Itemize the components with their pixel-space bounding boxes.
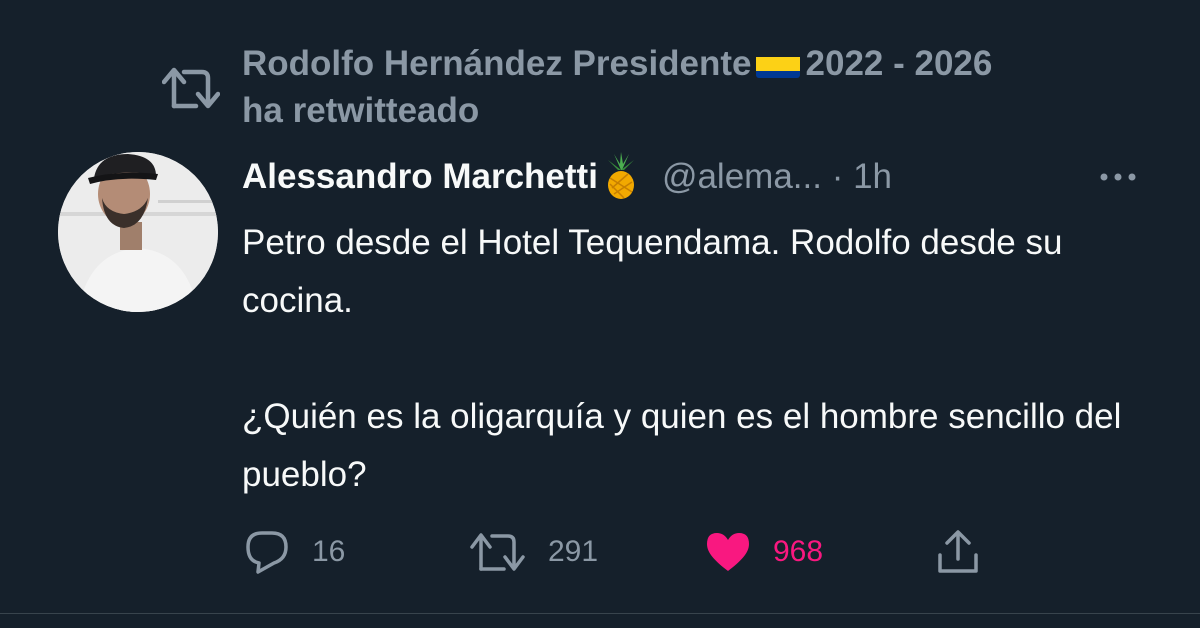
reply-button[interactable]: 16 (244, 527, 345, 577)
more-dots-icon[interactable] (1098, 170, 1138, 184)
like-button[interactable]: 968 (705, 527, 823, 577)
retweeter-years: 2022 - 2026 (805, 44, 993, 83)
share-icon (938, 530, 978, 573)
user-avatar[interactable] (58, 152, 218, 312)
like-count: 968 (773, 535, 824, 568)
colombia-flag-icon (755, 50, 800, 78)
retweet-context[interactable]: Rodolfo Hernández Presidente 2022 - 2026 … (242, 40, 1162, 134)
retweet-icon (470, 533, 525, 571)
tweet-paragraph-2: ¿Quién es la oligarquía y quien es el ho… (242, 397, 1122, 494)
retweeter-name[interactable]: Rodolfo Hernández Presidente (242, 44, 752, 83)
divider (0, 613, 1200, 614)
retweet-icon (162, 67, 220, 109)
tweet-time[interactable]: 1h (853, 157, 892, 196)
user-handle[interactable]: @alema... (662, 157, 822, 196)
tweet-paragraph-1: Petro desde el Hotel Tequendama. Rodolfo… (242, 223, 1063, 320)
pineapple-icon (602, 152, 640, 200)
tweet-header: Alessandro Marchetti @alema... · 1h (242, 152, 1162, 202)
tweet-text: Petro desde el Hotel Tequendama. Rodolfo… (242, 214, 1142, 504)
retweet-button[interactable]: 291 (470, 527, 598, 577)
reply-icon (246, 531, 288, 574)
separator-dot: · (831, 157, 844, 196)
heart-icon (707, 533, 749, 571)
reply-count: 16 (312, 535, 346, 568)
retweet-count: 291 (548, 535, 599, 568)
tweet-card[interactable]: Rodolfo Hernández Presidente 2022 - 2026 … (0, 0, 1200, 628)
retweet-action-text: ha retwitteado (242, 91, 480, 130)
retweeter-line[interactable]: Rodolfo Hernández Presidente 2022 - 2026 (242, 40, 1162, 87)
display-name[interactable]: Alessandro Marchetti (242, 157, 598, 196)
share-button[interactable] (936, 527, 980, 577)
